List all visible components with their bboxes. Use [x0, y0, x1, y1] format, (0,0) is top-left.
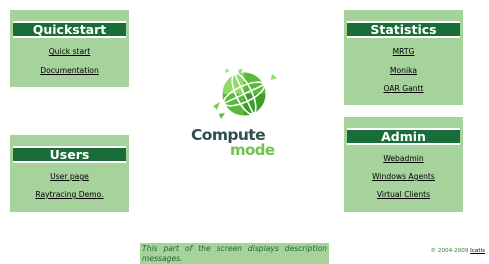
webadmin-link[interactable]: Webadmin [344, 154, 463, 163]
admin-title: Admin [347, 128, 460, 145]
oar-gantt-link[interactable]: OAR Gantt [344, 84, 463, 93]
virtual-clients-link[interactable]: Virtual Clients [344, 190, 463, 199]
statistics-panel: Statistics MRTG Monika OAR Gantt [344, 10, 463, 105]
users-title: Users [13, 146, 126, 163]
logo-text-mode: mode [230, 141, 275, 159]
mrtg-link[interactable]: MRTG [344, 47, 463, 56]
description-box: This part of the screen displays descrip… [140, 243, 329, 264]
quickstart-panel: Quickstart Quick start Documentation [10, 10, 129, 87]
users-panel: Users User page Raytracing Demo. [10, 135, 129, 212]
quickstart-title: Quickstart [13, 21, 126, 38]
quick-start-link[interactable]: Quick start [10, 47, 129, 56]
raytracing-demo-link[interactable]: Raytracing Demo. [10, 190, 129, 199]
footer: © 2004-2009 Icatis [431, 248, 485, 254]
admin-panel: Admin Webadmin Windows Agents Virtual Cl… [344, 117, 463, 212]
statistics-title: Statistics [347, 21, 460, 38]
documentation-link[interactable]: Documentation [10, 66, 129, 75]
copyright-text: © 2004-2009 [430, 248, 469, 254]
icatis-link[interactable]: Icatis [470, 248, 485, 254]
user-page-link[interactable]: User page [10, 172, 129, 181]
windows-agents-link[interactable]: Windows Agents [344, 172, 463, 181]
monika-link[interactable]: Monika [344, 66, 463, 75]
